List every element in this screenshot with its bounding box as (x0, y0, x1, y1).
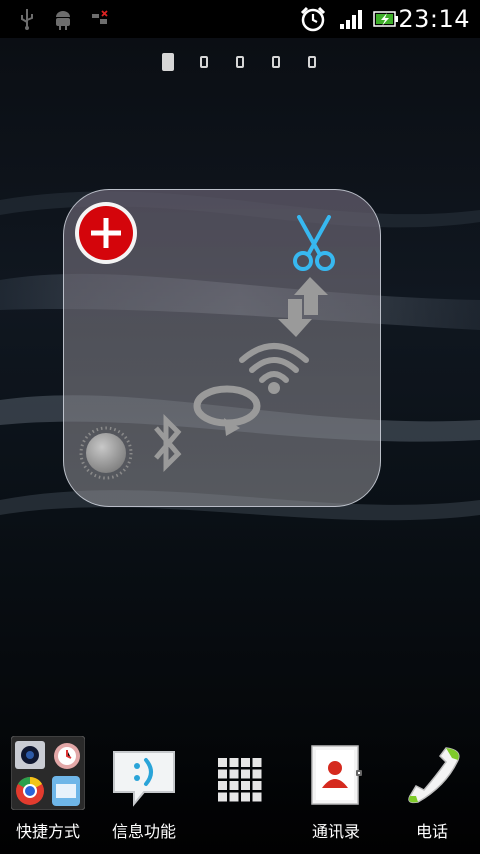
usb-icon (21, 9, 33, 30)
page-dot-3[interactable] (236, 56, 244, 68)
dock-label-phone: 电话 (415, 822, 448, 841)
phone-icon (408, 747, 460, 804)
page-dot-5[interactable] (308, 56, 316, 68)
alarm-clock-icon (300, 6, 326, 32)
app-drawer-grid-icon (218, 758, 262, 802)
scissors-icon[interactable] (289, 215, 339, 273)
page-dot-1[interactable] (162, 53, 174, 71)
dock-label-shortcut: 快捷方式 (15, 822, 80, 841)
dock: 快捷方式 信息功能 通讯录 电话 (0, 730, 480, 854)
status-bar: 23:14 (0, 0, 480, 38)
android-debug-icon (56, 11, 70, 30)
messaging-icon (113, 751, 175, 807)
home-page-indicator (0, 52, 480, 72)
shortcut-folder-icon (11, 736, 85, 810)
dock-phone[interactable]: 电话 (388, 734, 476, 844)
battery-charging-icon (373, 11, 398, 27)
dock-app-drawer[interactable] (196, 734, 284, 844)
dock-messaging[interactable]: 信息功能 (100, 734, 188, 844)
brightness-icon[interactable] (78, 425, 134, 481)
auto-rotate-icon[interactable] (192, 382, 262, 438)
page-dot-2[interactable] (200, 56, 208, 68)
dock-label-messaging: 信息功能 (111, 822, 176, 841)
dock-contacts[interactable]: 通讯录 (292, 734, 380, 844)
dock-label-contacts: 通讯录 (311, 822, 360, 841)
signal-strength-icon (340, 10, 362, 29)
dock-shortcut-folder[interactable]: 快捷方式 (4, 734, 92, 844)
data-transfer-icon[interactable] (274, 275, 332, 339)
quick-settings-widget (63, 189, 381, 507)
bluetooth-icon[interactable] (148, 410, 188, 476)
add-icon[interactable] (73, 200, 139, 266)
page-dot-4[interactable] (272, 56, 280, 68)
status-clock: 23:14 (398, 5, 470, 33)
no-sim-icon (92, 10, 108, 24)
contacts-icon (311, 745, 362, 805)
